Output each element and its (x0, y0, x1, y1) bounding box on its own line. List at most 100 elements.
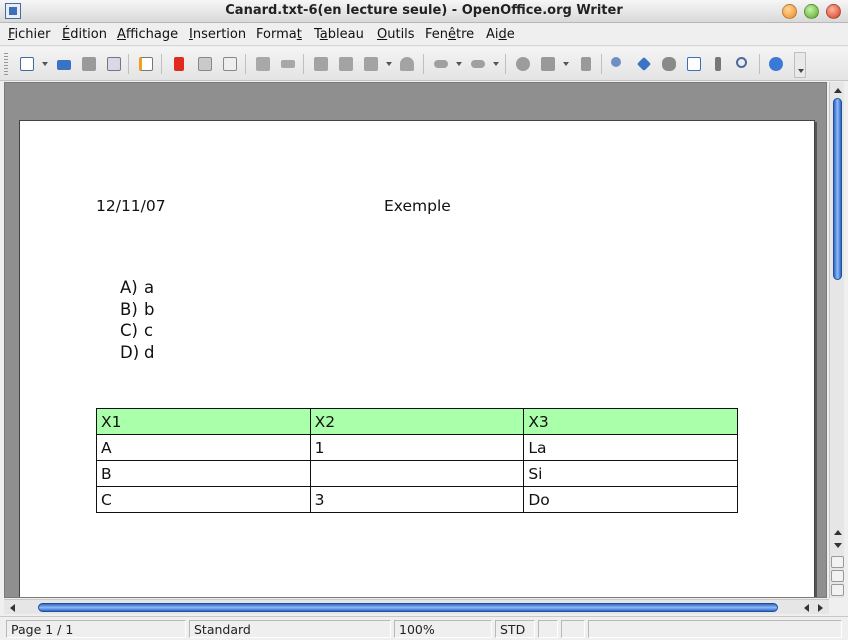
list-item: A) a (120, 278, 154, 297)
gallery-icon[interactable] (660, 55, 678, 73)
table-cell[interactable]: Si (523, 460, 738, 487)
minimize-button[interactable] (782, 4, 797, 19)
scroll-left-arrow[interactable] (800, 601, 813, 614)
export-pdf-icon[interactable] (170, 55, 188, 73)
spellcheck-icon[interactable] (254, 55, 272, 73)
table-header-row: X1 X2 X3 (96, 408, 738, 435)
selection-mode[interactable]: STD (495, 620, 535, 638)
document-modified-indicator (561, 620, 585, 638)
redo-icon[interactable] (469, 55, 487, 73)
title-bar: Canard.txt-6(en lecture seule) - OpenOff… (0, 0, 848, 23)
menu-outils[interactable]: Outils (377, 27, 415, 42)
menu-format[interactable]: Format (256, 27, 302, 42)
show-draw-functions-icon[interactable] (18, 55, 36, 73)
table-icon[interactable] (539, 55, 557, 73)
insert-mode-indicator[interactable] (538, 620, 558, 638)
maximize-button[interactable] (804, 4, 819, 19)
vertical-scrollbar[interactable] (829, 82, 844, 598)
navigator-icon[interactable] (635, 55, 653, 73)
chevron-down-icon[interactable] (493, 62, 499, 66)
menu-aide[interactable]: Aide (486, 27, 515, 42)
scroll-up-arrow[interactable] (831, 84, 844, 97)
chevron-down-icon[interactable] (386, 62, 392, 66)
next-page-button[interactable] (831, 584, 844, 596)
autospellcheck-icon[interactable] (279, 55, 297, 73)
table-row: A 1 La (96, 434, 738, 461)
chevron-down-icon[interactable] (42, 62, 48, 66)
chevron-down-icon[interactable] (563, 62, 569, 66)
cut-icon[interactable] (312, 55, 330, 73)
undo-icon[interactable] (432, 55, 450, 73)
table-cell[interactable]: C (96, 486, 311, 513)
page-indicator[interactable]: Page 1 / 1 (6, 620, 186, 638)
previous-page-button[interactable] (831, 556, 844, 568)
scroll-left-arrow[interactable] (6, 601, 19, 614)
table-header-cell[interactable]: X1 (96, 408, 311, 435)
writer-window: Canard.txt-6(en lecture seule) - OpenOff… (0, 0, 848, 640)
data-sources-icon[interactable] (685, 55, 703, 73)
edit-file-icon[interactable] (137, 55, 155, 73)
scroll-down-arrow[interactable] (831, 539, 844, 552)
toolbar-separator (161, 54, 162, 74)
table-cell[interactable]: Do (523, 486, 738, 513)
table-cell[interactable]: 1 (309, 434, 525, 461)
table-cell[interactable]: B (96, 460, 311, 487)
email-document-icon[interactable] (105, 55, 123, 73)
menu-edition[interactable]: Édition (62, 27, 107, 42)
scroll-right-arrow[interactable] (814, 601, 827, 614)
window-title: Canard.txt-6(en lecture seule) - OpenOff… (225, 3, 623, 18)
toolbar-overflow-button[interactable] (794, 52, 806, 78)
zoom-icon[interactable] (734, 55, 752, 73)
chevron-down-icon[interactable] (456, 62, 462, 66)
horizontal-scroll-thumb[interactable] (38, 603, 778, 612)
list-marker: D) (120, 343, 140, 362)
navigation-button[interactable] (831, 570, 844, 582)
status-bar: Page 1 / 1 Standard 100% STD (0, 616, 848, 640)
menu-affichage[interactable]: Affichage (117, 27, 178, 42)
document-canvas[interactable]: 12/11/07 Exemple A) a B) b C) c D) d X1 X2 X… (4, 82, 827, 598)
table-cell[interactable]: A (96, 434, 311, 461)
signature-status (588, 620, 842, 638)
toolbar-grip[interactable] (4, 53, 8, 75)
find-replace-icon[interactable] (609, 55, 627, 73)
toolbar-separator (601, 54, 602, 74)
menu-fenetre[interactable]: Fenêtre (425, 27, 474, 42)
print-icon[interactable] (196, 55, 214, 73)
table-cell[interactable]: 3 (309, 486, 525, 513)
table-header-cell[interactable]: X2 (309, 408, 525, 435)
vertical-scroll-thumb[interactable] (833, 98, 842, 280)
hyperlink-icon[interactable] (514, 55, 532, 73)
zoom-level[interactable]: 100% (394, 620, 492, 638)
menu-fichier[interactable]: Fichier (8, 27, 51, 42)
help-icon[interactable] (767, 55, 785, 73)
open-icon[interactable] (55, 55, 73, 73)
list-text: a (144, 278, 155, 297)
menu-bar: Fichier Édition Affichage Insertion Form… (0, 24, 848, 46)
page-preview-icon[interactable] (221, 55, 239, 73)
horizontal-scrollbar[interactable] (4, 599, 829, 614)
list-marker: C) (120, 321, 138, 340)
list-item: C) c (120, 321, 153, 340)
close-button[interactable] (826, 4, 841, 19)
copy-icon[interactable] (337, 55, 355, 73)
save-icon[interactable] (80, 55, 98, 73)
page-style[interactable]: Standard (189, 620, 391, 638)
table-header-cell[interactable]: X3 (523, 408, 738, 435)
scroll-up-arrow[interactable] (831, 526, 844, 539)
clone-formatting-icon[interactable] (398, 55, 416, 73)
menu-insertion[interactable]: Insertion (189, 27, 246, 42)
list-text: c (144, 321, 154, 340)
table-cell[interactable]: La (523, 434, 738, 461)
toolbar-separator (128, 54, 129, 74)
table-cell[interactable] (309, 460, 525, 487)
paste-icon[interactable] (362, 55, 380, 73)
toolbar-separator (245, 54, 246, 74)
show-draw-icon[interactable] (577, 55, 595, 73)
nonprinting-characters-icon[interactable] (709, 55, 727, 73)
data-table[interactable]: X1 X2 X3 A 1 La B Si C 3 Do (96, 408, 738, 513)
list-text: d (144, 343, 155, 362)
header-date: 12/11/07 (96, 197, 166, 215)
toolbar-separator (303, 54, 304, 74)
menu-tableau[interactable]: Tableau (314, 27, 364, 42)
document-page[interactable]: 12/11/07 Exemple A) a B) b C) c D) d X1 X2 X… (19, 120, 815, 597)
